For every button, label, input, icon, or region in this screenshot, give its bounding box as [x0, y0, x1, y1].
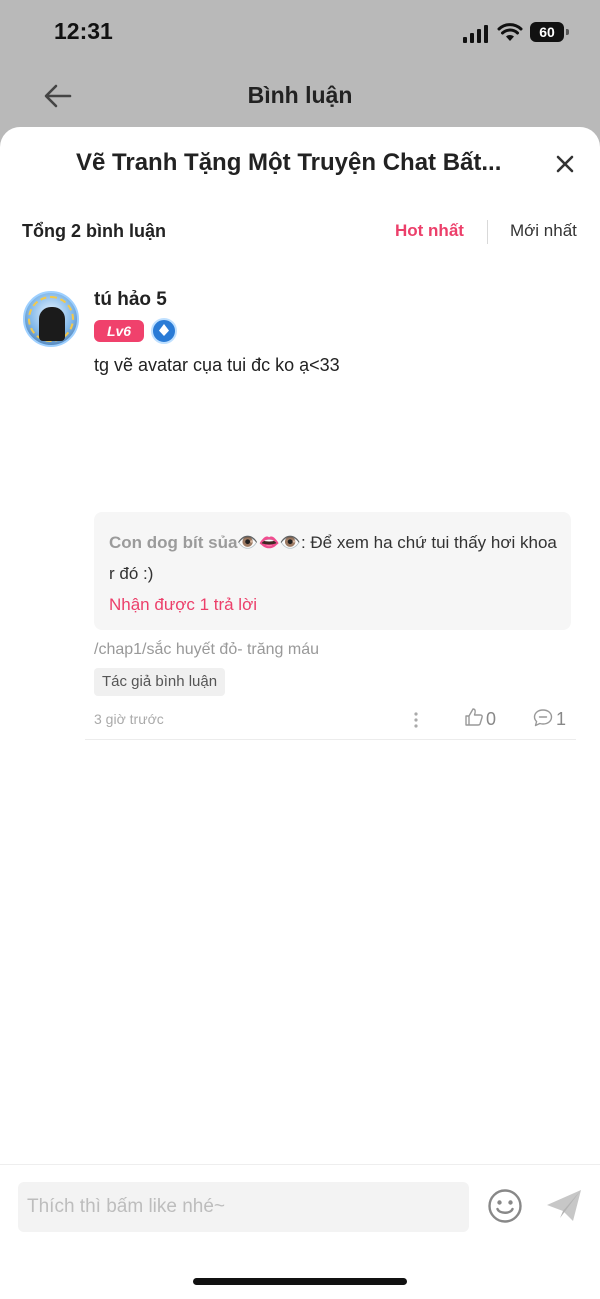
reply-preview-text: Con dog bít sủa👁️👄👁️: Để xem ha chứ tui … — [109, 527, 559, 589]
more-icon[interactable] — [406, 710, 426, 730]
chapter-reference[interactable]: /chap1/sắc huyết đỏ- trăng máu — [94, 641, 319, 659]
author-comment-tag: Tác giả bình luận — [94, 668, 226, 696]
reply-icon[interactable] — [533, 708, 553, 728]
divider — [0, 1164, 600, 1165]
reply-count: 1 — [556, 709, 567, 729]
send-icon[interactable] — [545, 1188, 583, 1224]
level-badge: Lv6 — [94, 320, 144, 342]
divider — [85, 739, 576, 740]
comment-text[interactable]: tg vẽ avatar cụa tui đc ko ạ<33 — [94, 355, 340, 376]
sort-divider — [487, 220, 488, 244]
comment-time: 3 giờ trước — [94, 711, 164, 727]
sort-newest-tab[interactable]: Mới nhất — [510, 221, 577, 241]
like-icon[interactable] — [464, 707, 484, 727]
page-title: Bình luận — [247, 82, 353, 108]
reply-preview[interactable]: Con dog bít sủa👁️👄👁️: Để xem ha chứ tui … — [94, 512, 571, 630]
sort-hot-tab[interactable]: Hot nhất — [395, 221, 464, 241]
comment-username[interactable]: tú hảo 5 — [94, 289, 167, 311]
signal-icon — [463, 25, 489, 43]
battery-icon: 60 — [530, 22, 569, 42]
close-icon[interactable] — [550, 149, 580, 179]
nav-bar: Bình luận — [0, 66, 600, 126]
view-replies-link[interactable]: Nhận được 1 trả lời — [109, 595, 257, 615]
wifi-icon — [497, 23, 523, 41]
reply-author: Con dog bít sủa👁️👄👁️ — [109, 533, 301, 552]
avatar[interactable] — [23, 291, 79, 347]
status-time: 12:31 — [54, 18, 113, 44]
emoji-icon[interactable] — [487, 1188, 523, 1224]
comment-input[interactable] — [18, 1182, 469, 1232]
status-bar: 12:31 60 — [0, 0, 600, 64]
home-indicator — [193, 1278, 407, 1285]
comments-sheet: Vẽ Tranh Tặng Một Truyện Chat Bất... Tổn… — [0, 127, 600, 1299]
diamond-badge-icon — [151, 318, 177, 344]
story-title: Vẽ Tranh Tặng Một Truyện Chat Bất... — [76, 149, 502, 176]
comment-count: Tổng 2 bình luận — [22, 221, 166, 241]
like-count: 0 — [486, 709, 497, 729]
